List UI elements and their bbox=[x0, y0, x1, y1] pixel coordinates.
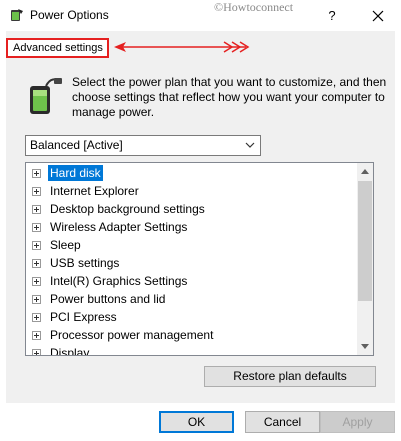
expand-icon[interactable] bbox=[32, 258, 41, 268]
expand-icon[interactable] bbox=[32, 276, 41, 286]
expand-icon[interactable] bbox=[32, 348, 41, 355]
tree-item-label: Sleep bbox=[50, 238, 81, 252]
tree-item-label: Desktop background settings bbox=[50, 202, 205, 216]
tree-item-intel-graphics[interactable]: Intel(R) Graphics Settings bbox=[32, 272, 189, 290]
tree-item-label: Intel(R) Graphics Settings bbox=[50, 274, 188, 288]
expand-icon[interactable] bbox=[32, 312, 41, 322]
apply-button[interactable]: Apply bbox=[320, 411, 395, 433]
tab-advanced-settings[interactable]: Advanced settings bbox=[6, 38, 109, 58]
tree-item-display[interactable]: Display bbox=[32, 344, 91, 356]
tree-item-label: Wireless Adapter Settings bbox=[50, 220, 188, 234]
expand-icon[interactable] bbox=[32, 186, 41, 196]
power-plan-value: Balanced [Active] bbox=[30, 138, 123, 152]
tree-item-processor-power[interactable]: Processor power management bbox=[32, 326, 215, 344]
chevron-down-icon bbox=[245, 142, 255, 148]
restore-plan-defaults-button[interactable]: Restore plan defaults bbox=[204, 366, 376, 387]
tree-item-label: Display bbox=[50, 346, 90, 356]
close-icon[interactable] bbox=[366, 4, 390, 28]
tree-item-internet-explorer[interactable]: Internet Explorer bbox=[32, 182, 141, 200]
tree-item-label: Processor power management bbox=[50, 328, 214, 342]
tree-item-label: Hard disk bbox=[48, 165, 103, 181]
scroll-down-icon[interactable] bbox=[361, 344, 369, 350]
help-button[interactable]: ? bbox=[322, 6, 342, 26]
scrollbar-thumb[interactable] bbox=[358, 181, 372, 301]
expand-icon[interactable] bbox=[32, 222, 41, 232]
power-plan-select[interactable]: Balanced [Active] bbox=[25, 135, 261, 156]
tree-item-pci-express[interactable]: PCI Express bbox=[32, 308, 119, 326]
tree-item-desktop-background[interactable]: Desktop background settings bbox=[32, 200, 207, 218]
power-options-icon bbox=[11, 9, 23, 21]
tree-item-wireless-adapter[interactable]: Wireless Adapter Settings bbox=[32, 218, 189, 236]
tree-scrollbar[interactable] bbox=[357, 163, 373, 355]
expand-icon[interactable] bbox=[32, 294, 41, 304]
tree-item-label: USB settings bbox=[50, 256, 120, 270]
tree-item-sleep[interactable]: Sleep bbox=[32, 236, 83, 254]
window-title: Power Options bbox=[30, 8, 109, 22]
tree-item-power-buttons[interactable]: Power buttons and lid bbox=[32, 290, 167, 308]
battery-plug-icon bbox=[30, 78, 62, 114]
expand-icon[interactable] bbox=[32, 204, 41, 214]
expand-icon[interactable] bbox=[32, 168, 41, 178]
tree-item-usb-settings[interactable]: USB settings bbox=[32, 254, 121, 272]
cancel-button[interactable]: Cancel bbox=[245, 411, 320, 433]
description-text: Select the power plan that you want to c… bbox=[72, 75, 387, 119]
settings-tree[interactable]: Hard disk Internet Explorer Desktop back… bbox=[25, 162, 374, 356]
ok-button[interactable]: OK bbox=[159, 411, 234, 433]
watermark: ©Howtoconnect bbox=[214, 0, 294, 14]
tree-item-label: Internet Explorer bbox=[50, 184, 139, 198]
tree-item-label: Power buttons and lid bbox=[50, 292, 166, 306]
tree-item-label: PCI Express bbox=[50, 310, 117, 324]
scroll-up-icon[interactable] bbox=[361, 168, 369, 174]
tree-item-hard-disk[interactable]: Hard disk bbox=[32, 164, 103, 182]
expand-icon[interactable] bbox=[32, 240, 41, 250]
title-bar: Power Options ©Howtoconnect ? bbox=[0, 0, 401, 31]
annotation-arrow-icon bbox=[114, 41, 250, 53]
expand-icon[interactable] bbox=[32, 330, 41, 340]
